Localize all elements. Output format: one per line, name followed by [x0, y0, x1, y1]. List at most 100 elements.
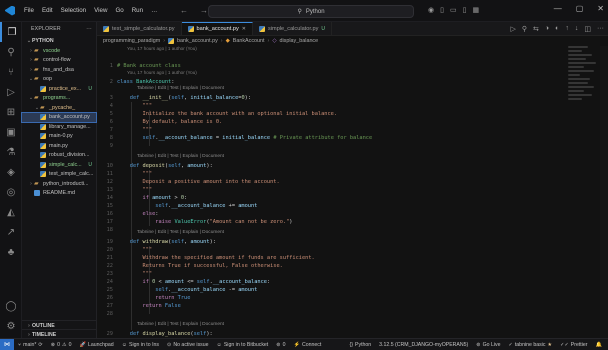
- run-file-icon[interactable]: ▷: [511, 25, 516, 33]
- layout-secondary-icon[interactable]: ▯: [463, 6, 467, 14]
- menu-view[interactable]: View: [94, 7, 107, 14]
- accounts-icon[interactable]: ◯: [0, 296, 22, 316]
- tree-file[interactable]: README.md: [22, 189, 96, 199]
- git-branch[interactable]: ⑂ main* ⟳: [14, 342, 47, 348]
- menu-selection[interactable]: Selection: [61, 7, 86, 14]
- command-center-search[interactable]: ⚲ Python: [208, 5, 414, 18]
- tree-folder[interactable]: › ▰ control-flow: [22, 56, 96, 66]
- copilot-icon[interactable]: ◉: [428, 6, 434, 14]
- code-line[interactable]: 21 Withdraw the specified amount if fund…: [97, 254, 608, 262]
- tree-folder[interactable]: › ▰ python_introducti...: [22, 179, 96, 189]
- tree-file[interactable]: test_simple_calc...: [22, 170, 96, 180]
- source-control-icon[interactable]: ⑂: [0, 62, 22, 82]
- workspace-section[interactable]: ⌄ PYTHON: [22, 36, 96, 46]
- gitlens-icon[interactable]: ◎: [0, 182, 22, 202]
- code-line[interactable]: 26 return True: [97, 294, 608, 302]
- launchpad-item[interactable]: 🚀 Launchpad: [76, 342, 118, 348]
- tree-file[interactable]: simple_calc... U: [22, 160, 96, 170]
- menu-run[interactable]: Run: [132, 7, 143, 14]
- more-actions-icon[interactable]: ···: [597, 25, 604, 33]
- search-view-icon[interactable]: ⚲: [0, 42, 22, 62]
- tree-file[interactable]: bank_account.py: [21, 111, 97, 123]
- code-line[interactable]: 25 self.__account_balance -= amount: [97, 286, 608, 294]
- code-line[interactable]: 29 def display_balance(self):: [97, 330, 608, 338]
- tree-folder[interactable]: › ▰ vscode: [22, 46, 96, 56]
- code-lens[interactable]: Tabnine | Edit | Test | Explain | Docume…: [137, 154, 224, 159]
- code-line[interactable]: 13 """: [97, 186, 608, 194]
- tabnine-status[interactable]: ✓ tabnine basic ★: [505, 342, 557, 348]
- git-lens-icon[interactable]: ◑: [545, 25, 549, 33]
- code-line[interactable]: 6 By default, balance is 0.: [97, 118, 608, 126]
- menu-file[interactable]: File: [24, 7, 34, 14]
- code-line[interactable]: 24 if 0 < amount <= self.__account_balan…: [97, 278, 608, 286]
- tree-icon[interactable]: ♣: [0, 242, 22, 262]
- code-line[interactable]: 9: [97, 142, 608, 150]
- code-line[interactable]: 11 """: [97, 170, 608, 178]
- close-icon[interactable]: ✕: [242, 26, 246, 32]
- signin-bitbucket-item[interactable]: ☺ Sign in to Bitbucket: [213, 342, 273, 348]
- menu-more[interactable]: …: [151, 7, 157, 14]
- customize-layout-icon[interactable]: ▦: [472, 6, 479, 14]
- close-window-icon[interactable]: ✕: [597, 4, 604, 13]
- layout-panel-icon[interactable]: ▭: [450, 6, 457, 14]
- menu-edit[interactable]: Edit: [42, 7, 53, 14]
- tree-file[interactable]: library_manage...: [22, 122, 96, 132]
- split-editor-icon[interactable]: ◫: [584, 25, 591, 33]
- open-changes-icon[interactable]: ◐: [555, 25, 559, 33]
- code-line[interactable]: 14 if amount > 0:: [97, 194, 608, 202]
- remote-explorer-icon[interactable]: ▣: [0, 122, 22, 142]
- minimap[interactable]: [568, 46, 598, 126]
- notifications-item[interactable]: 🔔: [592, 342, 606, 348]
- tab-bank-account[interactable]: bank_account.py ✕: [181, 22, 253, 35]
- compare-changes-icon[interactable]: ⇆: [533, 25, 539, 33]
- tab-simple-calculator[interactable]: simple_calculator.py U: [253, 22, 332, 35]
- code-line[interactable]: 2 class BankAccount:: [97, 78, 608, 86]
- minimize-icon[interactable]: —: [554, 4, 562, 13]
- layout-sidebar-icon[interactable]: ▯: [440, 6, 444, 14]
- code-line[interactable]: 18: [97, 226, 608, 234]
- back-arrow-icon[interactable]: ←: [180, 6, 188, 15]
- blame-annotation[interactable]: You, 17 hours ago | 1 author (You): [127, 46, 197, 51]
- code-line[interactable]: 1 # Bank account class: [97, 62, 608, 70]
- debug-icon[interactable]: ⚲: [522, 25, 527, 33]
- menu-go[interactable]: Go: [115, 7, 123, 14]
- tree-folder[interactable]: ⌄ ▰ _pycache_: [22, 103, 96, 113]
- manage-gear-icon[interactable]: ⚙: [0, 316, 22, 336]
- tab-test-simple-calculator[interactable]: test_simple_calculator.py: [97, 22, 182, 35]
- code-line[interactable]: 22 Returns True if successful, False oth…: [97, 262, 608, 270]
- language-mode[interactable]: {} Python: [346, 342, 376, 348]
- tabnine-icon[interactable]: ◭: [0, 202, 22, 222]
- tree-file[interactable]: main-0.py: [22, 132, 96, 142]
- code-line[interactable]: 10 def deposit(self, amount):: [97, 162, 608, 170]
- code-line[interactable]: 28: [97, 310, 608, 318]
- code-line[interactable]: 20 """: [97, 246, 608, 254]
- breadcrumb-file[interactable]: bank_account.py: [177, 38, 218, 44]
- code-line[interactable]: 8 self.__account_balance = initial_balan…: [97, 134, 608, 142]
- code-line[interactable]: 3 def __init__(self, initial_balance=0):: [97, 94, 608, 102]
- tree-file[interactable]: robust_division...: [22, 151, 96, 161]
- maximize-icon[interactable]: ▢: [576, 4, 584, 13]
- tree-folder[interactable]: › ▰ fns_and_dsa: [22, 65, 96, 75]
- code-line[interactable]: 15 self.__account_balance += amount: [97, 202, 608, 210]
- interpreter-selector[interactable]: 3.12.5 (CRM_DJANGO-myOPERAN5): [375, 342, 472, 348]
- breadcrumb-class[interactable]: BankAccount: [233, 38, 265, 44]
- forward-arrow-icon[interactable]: →: [200, 6, 208, 15]
- code-line[interactable]: 27 return False: [97, 302, 608, 310]
- code-line[interactable]: 7 """: [97, 126, 608, 134]
- next-change-icon[interactable]: ↓: [575, 25, 579, 33]
- connect-item[interactable]: ⚡ Connect: [290, 342, 326, 348]
- remote-indicator-icon[interactable]: ⋈: [0, 338, 14, 350]
- code-line[interactable]: 16 else:: [97, 210, 608, 218]
- live-share-icon[interactable]: ↗: [0, 222, 22, 242]
- ports-item[interactable]: ⊚ 0: [272, 342, 289, 348]
- testing-icon[interactable]: ⚗: [0, 142, 22, 162]
- more-actions-icon[interactable]: ···: [86, 26, 92, 32]
- run-debug-icon[interactable]: ▷: [0, 82, 22, 102]
- prettier-item[interactable]: ✓✓ Prettier: [556, 342, 591, 348]
- blame-annotation[interactable]: You, 17 hours ago | 1 author (You): [127, 70, 197, 75]
- explorer-icon[interactable]: ❐: [0, 22, 22, 42]
- code-line[interactable]: 17 raise ValueError("Amount can not be z…: [97, 218, 608, 226]
- code-line[interactable]: 12 Deposit a positive amount into the ac…: [97, 178, 608, 186]
- code-lens[interactable]: Tabnine | Edit | Test | Explain | Docume…: [137, 322, 224, 327]
- tree-folder[interactable]: ⌄ ▰ oop: [22, 75, 96, 85]
